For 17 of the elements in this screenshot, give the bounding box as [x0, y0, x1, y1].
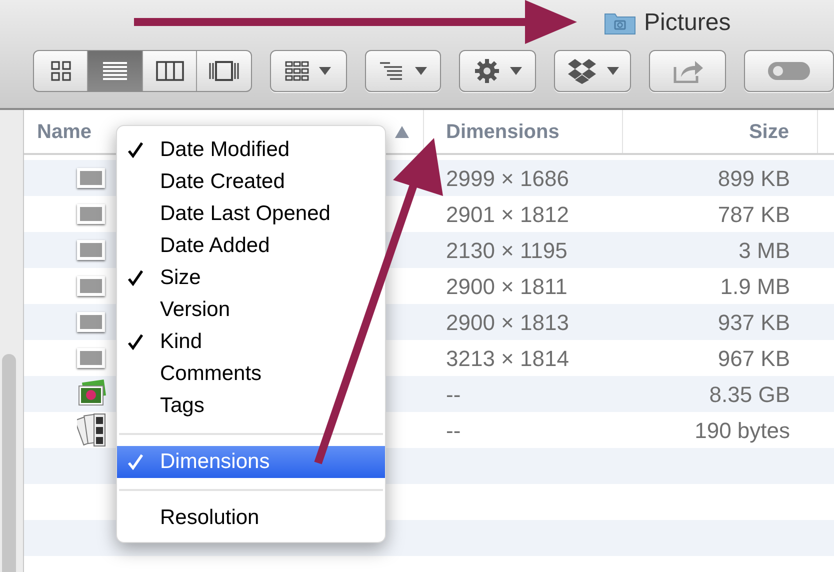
table-cell-text: 2130 × 1195	[445, 236, 568, 264]
table-cell-text: 2901 × 1812	[445, 200, 570, 228]
table-cell-text: 2900 × 1813	[445, 308, 570, 336]
table-cell-text: 2900 × 1811	[445, 272, 568, 300]
table-cell-text: 3 MB	[738, 236, 791, 264]
table-cell-text: 190 bytes	[694, 416, 791, 445]
table-cell-text: 937 KB	[716, 308, 791, 336]
table-cell-text: 2999 × 1686	[445, 164, 570, 192]
table-cell-text: --	[445, 380, 462, 408]
table-cell-text: --	[445, 416, 462, 444]
window-title: Pictures	[644, 8, 731, 38]
table-cell-text: 3213 × 1814	[445, 344, 570, 372]
table-cell-text: 787 KB	[716, 200, 791, 228]
table-cell-text: 1.9 MB	[719, 272, 791, 300]
table-cell-text: 8.35 GB	[708, 380, 791, 408]
table-cell-text: 967 KB	[716, 344, 791, 372]
table-cell-text: 899 KB	[716, 164, 791, 192]
